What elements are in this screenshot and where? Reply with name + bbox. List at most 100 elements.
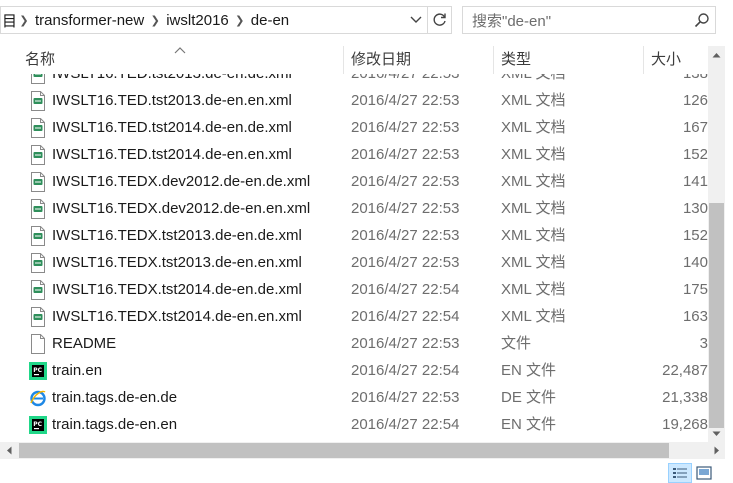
- file-name: train.en: [52, 362, 103, 379]
- file-name: train.tags.de-en.en: [52, 416, 178, 433]
- xml-file-icon: [27, 222, 49, 249]
- file-row[interactable]: README 2016/4/27 22:53 文件 3: [0, 330, 708, 357]
- breadcrumb-separator-icon[interactable]: ❯: [148, 14, 162, 27]
- file-name: IWSLT16.TEDX.tst2014.de-en.en.xml: [52, 308, 302, 325]
- file-row[interactable]: IWSLT16.TEDX.dev2012.de-en.de.xml 2016/4/…: [0, 168, 708, 195]
- file-date: 2016/4/27 22:53: [351, 200, 460, 217]
- file-row[interactable]: PC train.en 2016/4/27 22:54 EN 文件 22,487: [0, 357, 708, 384]
- blank-file-icon: [27, 330, 49, 357]
- file-date: 2016/4/27 22:53: [351, 227, 460, 244]
- file-row[interactable]: train.tags.de-en.de 2016/4/27 22:53 DE 文件 2…: [0, 384, 708, 411]
- column-name[interactable]: 名称: [19, 46, 343, 74]
- file-date: 2016/4/27 22:53: [351, 92, 460, 109]
- column-type[interactable]: 类型: [495, 46, 643, 74]
- breadcrumb-cut: 目: [2, 12, 18, 30]
- file-name: train.tags.de-en.de: [52, 389, 178, 406]
- file-size: 152: [682, 227, 708, 244]
- file-date: 2016/4/27 22:53: [351, 146, 460, 163]
- column-date[interactable]: 修改日期: [345, 46, 493, 74]
- pycharm-file-icon: PC: [27, 411, 49, 438]
- file-size: 152: [682, 146, 708, 163]
- file-row[interactable]: IWSLT16.TEDX.tst2014.de-en.en.xml 2016/4/…: [0, 303, 708, 330]
- search-icon[interactable]: [689, 7, 715, 33]
- file-name: IWSLT16.TED.tst2014.de-en.de.xml: [52, 119, 292, 136]
- file-size: 141: [682, 173, 708, 190]
- file-type: DE 文件: [501, 389, 557, 406]
- file-row[interactable]: IWSLT16.TED.tst2014.de-en.en.xml 2016/4/2…: [0, 141, 708, 168]
- search-box[interactable]: 搜索"de-en": [462, 6, 716, 34]
- file-name: IWSLT16.TEDX.tst2014.de-en.de.xml: [52, 281, 302, 298]
- column-size[interactable]: 大小: [645, 46, 708, 74]
- file-row[interactable]: IWSLT16.TEDX.dev2012.de-en.en.xml 2016/4/…: [0, 195, 708, 222]
- file-size: 22,487: [662, 362, 708, 379]
- svg-text:PC: PC: [33, 367, 42, 374]
- vertical-scrollbar[interactable]: [708, 46, 725, 442]
- file-date: 2016/4/27 22:54: [351, 362, 460, 379]
- breadcrumb-separator-icon[interactable]: ❯: [17, 14, 31, 27]
- xml-file-icon: [27, 168, 49, 195]
- column-header: 名称 修改日期 类型 大小: [0, 46, 708, 74]
- vertical-scroll-thumb[interactable]: [709, 203, 724, 428]
- large-icons-view-icon[interactable]: [692, 463, 716, 483]
- file-row[interactable]: IWSLT16.TED.tst2014.de-en.de.xml 2016/4/2…: [0, 114, 708, 141]
- xml-file-icon: [27, 114, 49, 141]
- address-bar[interactable]: 目 ❯ transformer-new ❯ iwslt2016 ❯ de-en: [0, 6, 452, 34]
- breadcrumb-transformer-new[interactable]: transformer-new: [31, 12, 148, 29]
- file-row[interactable]: PC train.tags.de-en.en 2016/4/27 22:54 EN 文…: [0, 411, 708, 438]
- scroll-left-icon[interactable]: [0, 442, 17, 459]
- file-type: 文件: [501, 335, 532, 352]
- file-type: XML 文档: [501, 227, 566, 244]
- xml-file-icon: [27, 249, 49, 276]
- svg-text:PC: PC: [33, 421, 42, 428]
- file-row[interactable]: IWSLT16.TEDX.tst2014.de-en.de.xml 2016/4/…: [0, 276, 708, 303]
- file-row[interactable]: IWSLT16.TED.tst2013.de-en.de.xml 2016/4/2…: [0, 74, 708, 87]
- ie-file-icon: [27, 384, 49, 411]
- file-name: IWSLT16.TEDX.dev2012.de-en.en.xml: [52, 200, 311, 217]
- horizontal-scrollbar[interactable]: [0, 442, 725, 459]
- file-list: IWSLT16.TED.tst2013.de-en.de.xml 2016/4/2…: [0, 74, 708, 442]
- scroll-down-icon[interactable]: [708, 425, 725, 442]
- xml-file-icon: [27, 276, 49, 303]
- file-name: IWSLT16.TED.tst2014.de-en.en.xml: [52, 146, 292, 163]
- file-date: 2016/4/27 22:54: [351, 416, 460, 433]
- file-date: 2016/4/27 22:53: [351, 119, 460, 136]
- horizontal-scroll-thumb[interactable]: [19, 443, 669, 458]
- file-row[interactable]: IWSLT16.TEDX.tst2013.de-en.de.xml 2016/4/…: [0, 222, 708, 249]
- xml-file-icon: [27, 87, 49, 114]
- scroll-up-icon[interactable]: [708, 46, 725, 63]
- file-type: EN 文件: [501, 416, 557, 433]
- column-divider[interactable]: [343, 46, 344, 74]
- file-date: 2016/4/27 22:54: [351, 281, 460, 298]
- file-type: XML 文档: [501, 281, 566, 298]
- view-switcher: [668, 463, 716, 483]
- column-divider[interactable]: [493, 46, 494, 74]
- xml-file-icon: [27, 303, 49, 330]
- breadcrumb-separator-icon[interactable]: ❯: [233, 14, 247, 27]
- xml-file-icon: [27, 195, 49, 222]
- file-row[interactable]: IWSLT16.TEDX.tst2013.de-en.en.xml 2016/4/…: [0, 249, 708, 276]
- file-row[interactable]: IWSLT16.TED.tst2013.de-en.en.xml 2016/4/2…: [0, 87, 708, 114]
- file-size: 3: [699, 335, 708, 352]
- file-name: IWSLT16.TED.tst2013.de-en.de.xml: [52, 74, 344, 87]
- file-type: XML 文档: [501, 119, 566, 136]
- column-divider[interactable]: [643, 46, 644, 74]
- file-size: 19,268: [662, 416, 708, 433]
- chevron-down-icon[interactable]: [405, 7, 427, 33]
- pycharm-file-icon: PC: [27, 357, 49, 384]
- file-size: 163: [682, 308, 708, 325]
- file-type: XML 文档: [501, 146, 566, 163]
- file-type: EN 文件: [501, 362, 557, 379]
- search-input[interactable]: 搜索"de-en": [472, 10, 689, 31]
- refresh-icon[interactable]: [427, 7, 451, 33]
- file-date: 2016/4/27 22:53: [351, 173, 460, 190]
- file-type: XML 文档: [501, 200, 566, 217]
- details-view-icon[interactable]: [668, 463, 692, 483]
- file-name: IWSLT16.TED.tst2013.de-en.en.xml: [52, 92, 292, 109]
- file-date: 2016/4/27 22:54: [351, 308, 460, 325]
- scroll-right-icon[interactable]: [708, 442, 725, 459]
- file-date: 2016/4/27 22:53: [351, 74, 491, 87]
- file-date: 2016/4/27 22:53: [351, 254, 460, 271]
- breadcrumb-de-en[interactable]: de-en: [247, 12, 293, 29]
- xml-file-icon: [27, 74, 49, 87]
- breadcrumb-iwslt2016[interactable]: iwslt2016: [162, 12, 233, 29]
